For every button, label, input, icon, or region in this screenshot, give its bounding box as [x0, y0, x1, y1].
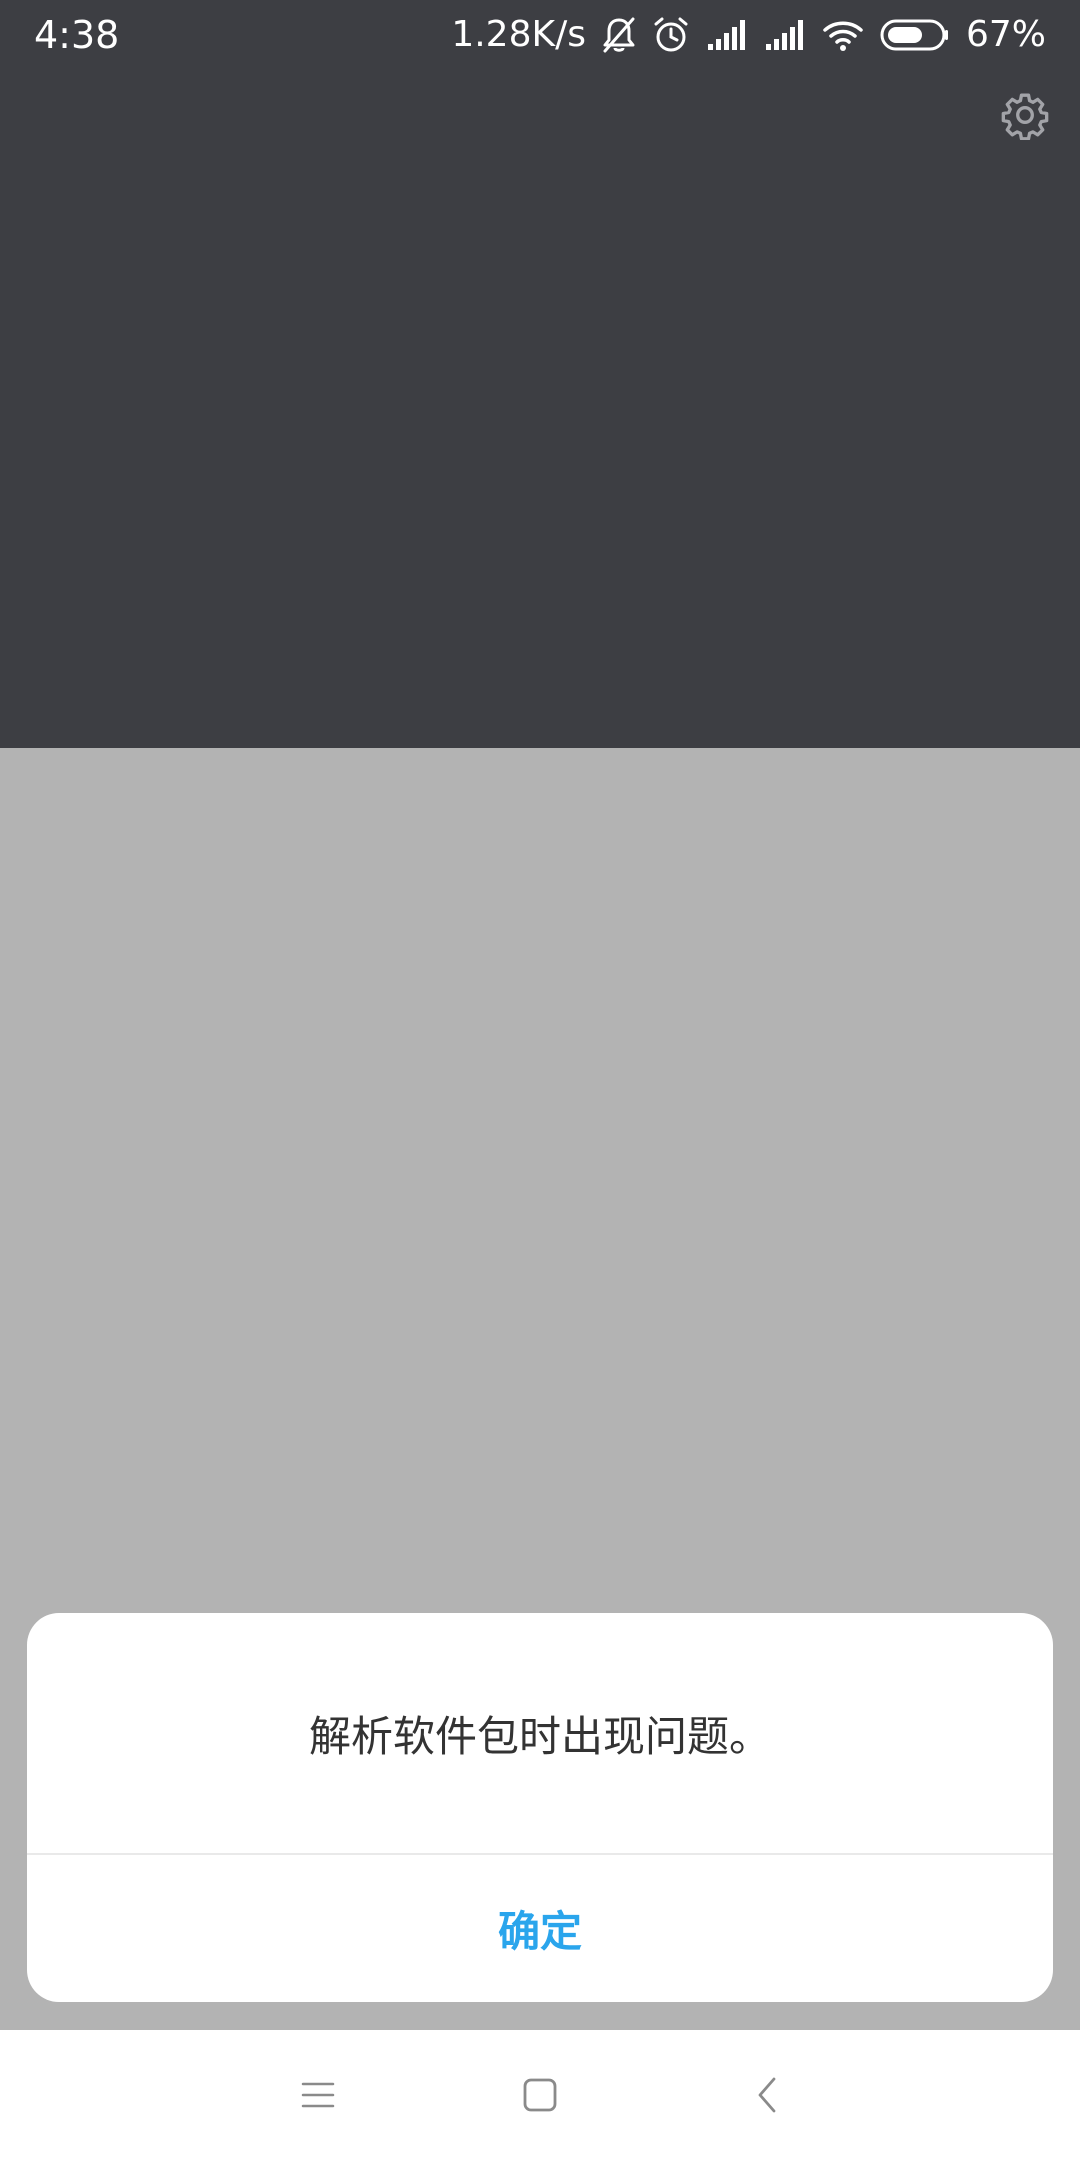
confirm-button[interactable]: 确定 — [27, 1855, 1053, 2002]
status-time: 4:38 — [34, 13, 120, 57]
home-button[interactable] — [510, 2065, 570, 2125]
status-right-group: 1.28K/s 67% — [451, 10, 1046, 60]
top-area-background: 4:38 1.28K/s 67% — [0, 0, 1080, 748]
back-icon — [758, 2077, 776, 2113]
status-bar: 4:38 1.28K/s 67% — [0, 0, 1080, 70]
dialog-message: 解析软件包时出现问题。 — [308, 1711, 771, 1761]
battery-icon — [880, 18, 950, 52]
settings-button[interactable] — [998, 88, 1052, 142]
back-button[interactable] — [737, 2065, 797, 2125]
home-icon — [523, 2078, 557, 2112]
wifi-icon — [822, 18, 864, 52]
gear-icon — [1001, 93, 1049, 140]
bell-off-icon — [602, 16, 636, 54]
network-speed: 1.28K/s — [451, 14, 586, 55]
battery-percent: 67% — [965, 14, 1046, 55]
menu-icon — [301, 2082, 335, 2108]
alarm-icon — [652, 16, 690, 54]
signal-1-icon — [706, 18, 748, 52]
menu-button[interactable] — [288, 2065, 348, 2125]
navigation-bar — [0, 2030, 1080, 2160]
error-dialog: 解析软件包时出现问题。 确定 — [27, 1613, 1053, 2002]
signal-2-icon — [764, 18, 806, 52]
